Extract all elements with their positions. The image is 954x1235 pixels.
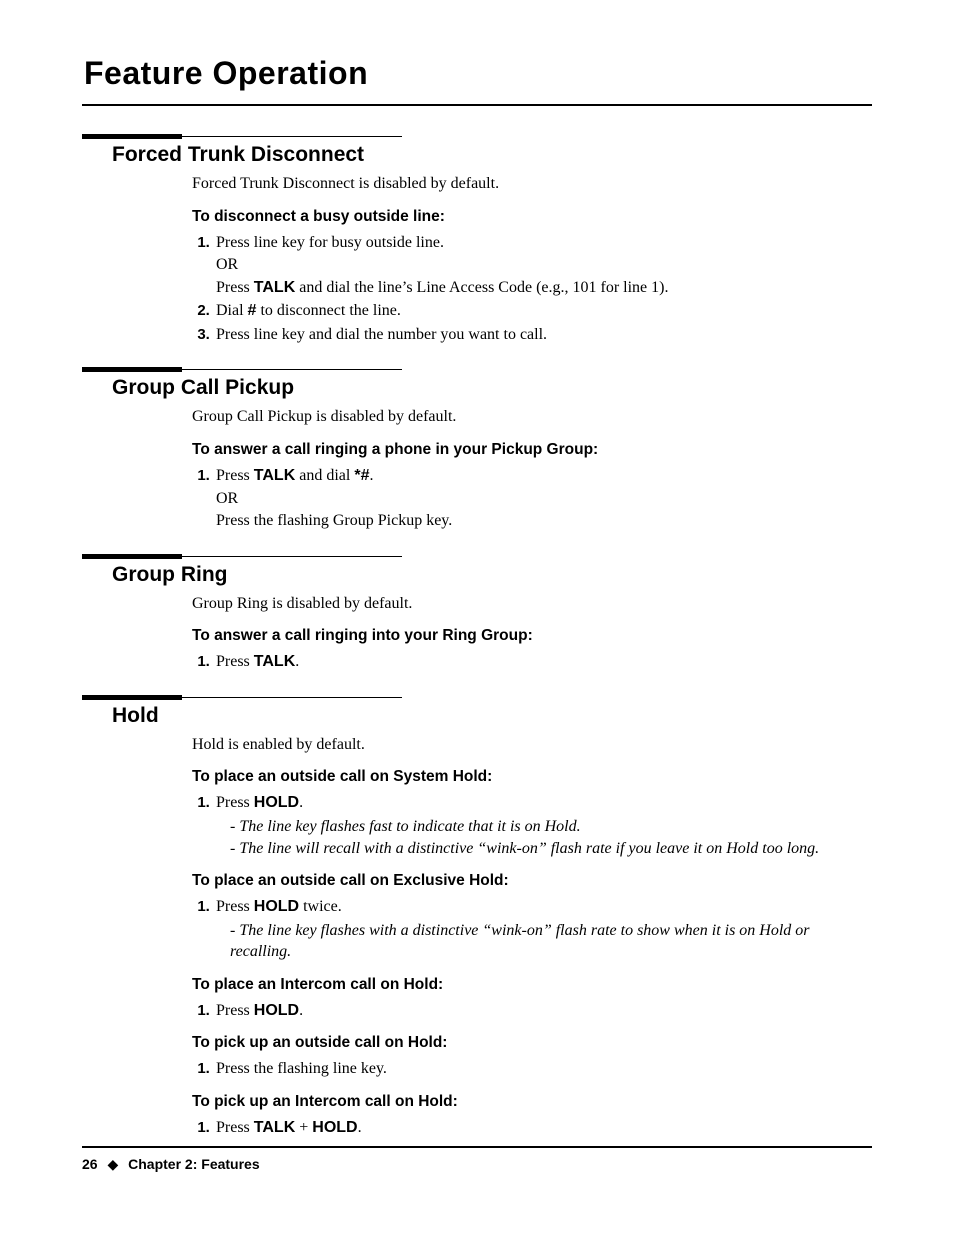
note-item: The line will recall with a distinctive … <box>230 838 872 860</box>
step-item: Press line key for busy outside line.ORP… <box>214 232 872 299</box>
step-line: Press TALK + HOLD. <box>216 1117 872 1139</box>
page-number: 26 <box>82 1156 98 1172</box>
section-intro: Hold is enabled by default. <box>192 734 872 756</box>
step-line: OR <box>216 488 872 510</box>
document-page: Feature Operation Forced Trunk Disconnec… <box>0 0 954 1235</box>
step-line: Press HOLD. <box>216 792 872 814</box>
steps-list: Press TALK. <box>192 651 872 673</box>
section-heading: Group Ring <box>112 563 872 587</box>
section-rule <box>82 695 872 700</box>
step-line: Press HOLD twice. <box>216 896 872 918</box>
step-line: Press line key and dial the number you w… <box>216 324 872 346</box>
sub-heading: To pick up an Intercom call on Hold: <box>192 1092 872 1113</box>
step-line: Press the flashing line key. <box>216 1058 872 1080</box>
step-line: Press the flashing Group Pickup key. <box>216 510 872 532</box>
step-line: OR <box>216 254 872 276</box>
step-line: Press TALK. <box>216 651 872 673</box>
notes-list: The line key flashes fast to indicate th… <box>216 816 872 859</box>
steps-list: Press the flashing line key. <box>192 1058 872 1080</box>
step-line: Press line key for busy outside line. <box>216 232 872 254</box>
steps-list: Press TALK + HOLD. <box>192 1117 872 1139</box>
section: Forced Trunk Disconnect Forced Trunk Disc… <box>82 134 872 345</box>
sub-heading: To pick up an outside call on Hold: <box>192 1033 872 1054</box>
sub-heading: To place an outside call on System Hold: <box>192 767 872 788</box>
step-item: Dial # to disconnect the line. <box>214 300 872 322</box>
section-intro: Group Call Pickup is disabled by default… <box>192 406 872 428</box>
notes-list: The line key flashes with a distinctive … <box>216 920 872 963</box>
note-item: The line key flashes with a distinctive … <box>230 920 872 963</box>
page-title: Feature Operation <box>84 55 872 92</box>
step-item: Press TALK + HOLD. <box>214 1117 872 1139</box>
steps-list: Press line key for busy outside line.ORP… <box>192 232 872 346</box>
section-rule <box>82 367 872 372</box>
step-item: Press HOLD twice.The line key flashes wi… <box>214 896 872 963</box>
section-heading: Group Call Pickup <box>112 376 872 400</box>
section-rule <box>82 554 872 559</box>
sections-container: Forced Trunk Disconnect Forced Trunk Disc… <box>82 134 872 1138</box>
section-intro: Group Ring is disabled by default. <box>192 593 872 615</box>
section-body: Group Call Pickup is disabled by default… <box>192 406 872 531</box>
section-heading: Hold <box>112 704 872 728</box>
section-intro: Forced Trunk Disconnect is disabled by d… <box>192 173 872 195</box>
steps-list: Press TALK and dial *#.ORPress the flash… <box>192 465 872 532</box>
step-line: Press TALK and dial *#. <box>216 465 872 487</box>
step-line: Press HOLD. <box>216 1000 872 1022</box>
page-footer: 26 ◆ Chapter 2: Features <box>82 1146 872 1173</box>
title-rule <box>82 104 872 106</box>
section: Group Call Pickup Group Call Pickup is di… <box>82 367 872 531</box>
footer-diamond-icon: ◆ <box>107 1156 118 1172</box>
section-body: Hold is enabled by default. To place an o… <box>192 734 872 1139</box>
steps-list: Press HOLD. <box>192 1000 872 1022</box>
steps-list: Press HOLD twice.The line key flashes wi… <box>192 896 872 963</box>
step-item: Press the flashing line key. <box>214 1058 872 1080</box>
sub-heading: To disconnect a busy outside line: <box>192 207 872 228</box>
step-item: Press line key and dial the number you w… <box>214 324 872 346</box>
step-item: Press TALK and dial *#.ORPress the flash… <box>214 465 872 532</box>
section-rule <box>82 134 872 139</box>
section-body: Forced Trunk Disconnect is disabled by d… <box>192 173 872 345</box>
section: Hold Hold is enabled by default. To place … <box>82 695 872 1139</box>
step-line: Press TALK and dial the line’s Line Acce… <box>216 277 872 299</box>
sub-heading: To answer a call ringing into your Ring … <box>192 626 872 647</box>
footer-rule <box>82 1146 872 1148</box>
note-item: The line key flashes fast to indicate th… <box>230 816 872 838</box>
step-item: Press HOLD. <box>214 1000 872 1022</box>
step-line: Dial # to disconnect the line. <box>216 300 872 322</box>
footer-text: 26 ◆ Chapter 2: Features <box>82 1156 872 1173</box>
section: Group Ring Group Ring is disabled by defa… <box>82 554 872 673</box>
sub-heading: To place an outside call on Exclusive Ho… <box>192 871 872 892</box>
section-heading: Forced Trunk Disconnect <box>112 143 872 167</box>
section-body: Group Ring is disabled by default. To ans… <box>192 593 872 673</box>
step-item: Press TALK. <box>214 651 872 673</box>
steps-list: Press HOLD.The line key flashes fast to … <box>192 792 872 859</box>
step-item: Press HOLD.The line key flashes fast to … <box>214 792 872 859</box>
sub-heading: To answer a call ringing a phone in your… <box>192 440 872 461</box>
sub-heading: To place an Intercom call on Hold: <box>192 975 872 996</box>
chapter-label: Chapter 2: Features <box>128 1156 259 1172</box>
